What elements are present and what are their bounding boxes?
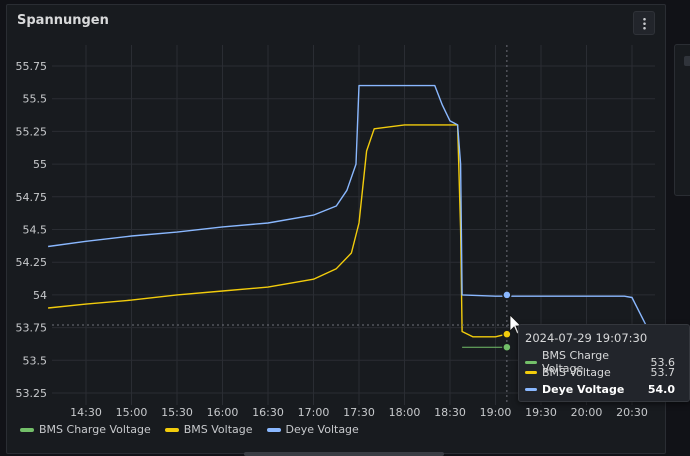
legend-item-bms-voltage[interactable]: BMS Voltage: [164, 423, 253, 436]
x-tick-label: 18:30: [434, 406, 466, 419]
x-tick-label: 17:00: [298, 406, 330, 419]
x-tick-label: 15:00: [116, 406, 148, 419]
y-tick-label: 53.75: [16, 322, 48, 335]
tooltip-series-value: 53.7: [650, 366, 676, 379]
y-tick-label: 55.75: [16, 60, 48, 73]
x-tick-label: 17:30: [343, 406, 375, 419]
legend-label: Deye Voltage: [285, 423, 359, 436]
tooltip-row-highlighted: Deye Voltage 54.0: [525, 383, 675, 396]
series-lines: [48, 84, 648, 348]
y-tick-label: 54.25: [16, 256, 48, 269]
y-tick-label: 54.75: [16, 191, 48, 204]
legend: BMS Charge Voltage BMS Voltage Deye Volt…: [20, 423, 359, 436]
x-tick-label: 15:30: [161, 406, 193, 419]
legend-label: BMS Charge Voltage: [39, 423, 151, 436]
series-line-bms-voltage: [48, 124, 508, 338]
legend-label: BMS Voltage: [183, 423, 253, 436]
cursor-point: [502, 290, 512, 300]
tooltip-swatch: [525, 360, 537, 364]
legend-item-deye-voltage[interactable]: Deye Voltage: [266, 423, 359, 436]
y-axis-ticks: 55.75 55.5 55.25 55 54.75 54.5 54.25 54 53.75 53.…: [16, 60, 48, 400]
y-tick-label: 55: [33, 158, 47, 171]
x-tick-label: 19:00: [480, 406, 512, 419]
x-axis-ticks: 14:30 15:00 15:30 16:00 16:30 17:00 17:30 18:00…: [70, 406, 648, 419]
legend-item-bms-charge-voltage[interactable]: BMS Charge Voltage: [20, 423, 151, 436]
horizontal-scrollbar[interactable]: [244, 452, 444, 456]
tooltip-series-name: Deye Voltage: [542, 383, 625, 396]
series-line-deye-voltage: [48, 84, 648, 328]
tooltip-swatch: [525, 388, 537, 391]
tooltip-swatch: [525, 371, 537, 374]
cursor-point: [502, 342, 512, 352]
y-tick-label: 53.25: [16, 387, 48, 400]
hover-tooltip: 2024-07-29 19:07:30 BMS Charge Voltage 5…: [518, 324, 690, 402]
tooltip-series-value: 54.0: [647, 383, 675, 396]
x-tick-label: 16:00: [207, 406, 239, 419]
y-tick-label: 54: [33, 289, 47, 302]
x-tick-label: 14:30: [70, 406, 102, 419]
legend-swatch: [20, 427, 34, 432]
x-tick-label: 18:00: [389, 406, 421, 419]
legend-swatch: [266, 427, 281, 432]
y-tick-label: 55.25: [16, 125, 48, 138]
x-tick-label: 20:30: [616, 406, 648, 419]
tooltip-series-name: BMS Voltage: [542, 366, 611, 379]
y-tick-label: 55.5: [23, 93, 48, 106]
y-tick-label: 54.5: [23, 224, 48, 237]
legend-swatch: [164, 427, 179, 432]
x-tick-label: 20:00: [571, 406, 603, 419]
tooltip-row: BMS Voltage 53.7: [525, 366, 675, 379]
x-tick-label: 16:30: [252, 406, 284, 419]
x-tick-label: 19:30: [525, 406, 557, 419]
y-tick-label: 53.5: [23, 354, 48, 367]
tooltip-time: 2024-07-29 19:07:30: [525, 331, 648, 345]
